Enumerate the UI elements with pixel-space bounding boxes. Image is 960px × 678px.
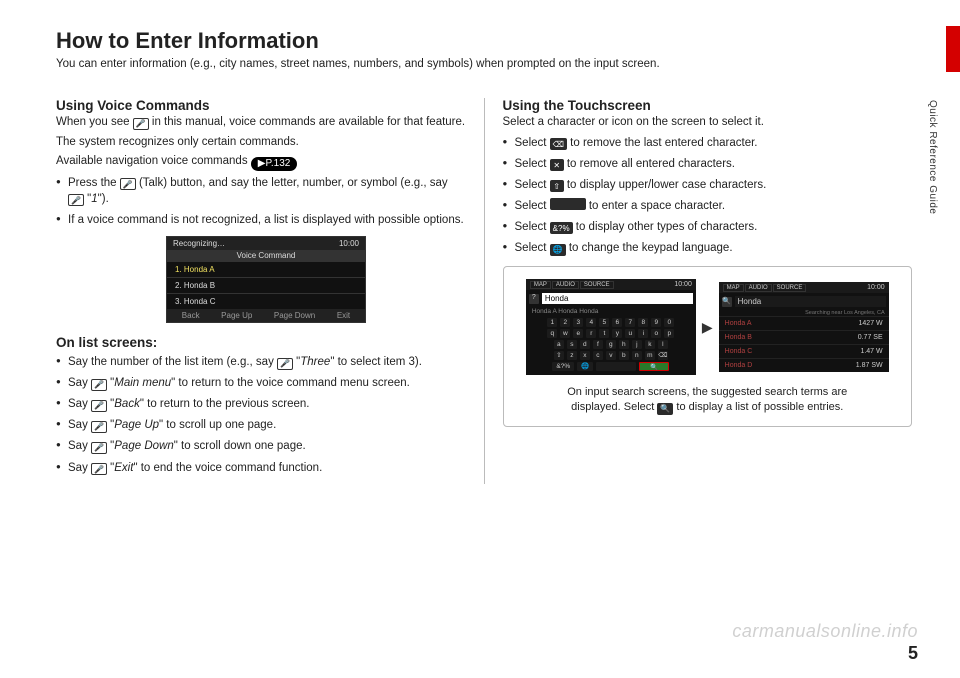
screenshot-footer-btn: Page Up: [221, 311, 252, 320]
talk-icon: 🎤: [91, 421, 107, 433]
left-column: Using Voice Commands When you see 🎤 in t…: [56, 98, 484, 484]
screenshot-footer-btn: Exit: [337, 311, 350, 320]
globe-key: 🌐: [577, 362, 593, 371]
voice-para-1: The system recognizes only certain comma…: [56, 135, 466, 151]
touch-bullet: Select ⇧ to display upper/lower case cha…: [503, 177, 913, 193]
voice-bullet-2: If a voice command is not recognized, a …: [56, 212, 466, 228]
touch-bullet: Select ⌫ to remove the last entered char…: [503, 135, 913, 151]
backspace-icon: ⌫: [550, 138, 567, 150]
touch-sub: Select a character or icon on the screen…: [503, 115, 913, 131]
list-bullet: Say 🎤 "Page Down" to scroll down one pag…: [56, 438, 466, 454]
space-key: [596, 362, 636, 371]
list-bullet: Say 🎤 "Exit" to end the voice command fu…: [56, 460, 466, 476]
result-row: Honda C1.47 W: [719, 344, 889, 358]
screenshot-footer-btn: Back: [182, 311, 200, 320]
space-icon: [550, 198, 586, 210]
page-intro: You can enter information (e.g., city na…: [56, 58, 912, 70]
talk-icon: 🎤: [68, 194, 84, 206]
symbols-icon: &?%: [550, 222, 573, 234]
list-bullets: Say the number of the list item (e.g., s…: [56, 354, 466, 476]
touch-bullet: Select 🌐 to change the keypad language.: [503, 240, 913, 256]
list-bullet: Say the number of the list item (e.g., s…: [56, 354, 466, 370]
search-icon: 🔍: [722, 297, 732, 307]
search-field: Honda: [542, 293, 693, 304]
search-key: 🔍: [639, 362, 669, 371]
screenshot-footer-btn: Page Down: [274, 311, 315, 320]
list-bullet: Say 🎤 "Page Up" to scroll up one page.: [56, 417, 466, 433]
list-bullet: Say 🎤 "Back" to return to the previous s…: [56, 396, 466, 412]
watermark: carmanualsonline.info: [732, 621, 918, 642]
talk-icon: 🎤: [91, 442, 107, 454]
heading-voice-commands: Using Voice Commands: [56, 98, 466, 113]
touch-bullets: Select ⌫ to remove the last entered char…: [503, 135, 913, 257]
globe-icon: 🌐: [550, 244, 566, 256]
symbols-key: &?%: [552, 362, 574, 371]
heading-touchscreen: Using the Touchscreen: [503, 98, 913, 113]
talk-icon: 🎤: [91, 379, 107, 391]
keyboard: 1234567890 qwertyuiop asdfghjkl ⇧zxcvbnm…: [526, 316, 696, 375]
figure-caption: On input search screens, the suggested s…: [514, 385, 902, 416]
result-row: Honda B0.77 SE: [719, 330, 889, 344]
nav-tabs: MAPAUDIOSOURCE: [530, 281, 615, 288]
voice-para-2: Available navigation voice commands ▶P.1…: [56, 154, 466, 171]
touch-bullet: Select ✕ to remove all entered character…: [503, 156, 913, 172]
touch-bullet: Select &?% to display other types of cha…: [503, 219, 913, 235]
result-row: Honda D1.87 SW: [719, 358, 889, 372]
nav-time: 10:00: [674, 281, 692, 288]
voice-bullet-1: Press the 🎤 (Talk) button, and say the l…: [56, 175, 466, 207]
suggest-row: Honda A Honda Honda: [526, 307, 696, 316]
clear-icon: ✕: [550, 159, 564, 171]
talk-icon: 🎤: [91, 400, 107, 412]
shift-icon: ⇧: [550, 180, 564, 192]
keyboard-screen: MAPAUDIOSOURCE 10:00 ? Honda Honda A Hon…: [526, 279, 696, 375]
voice-screenshot: Recognizing… 10:00 Voice Command 1. Hond…: [166, 236, 366, 323]
talk-icon: 🎤: [277, 358, 293, 370]
voice-bullets: Press the 🎤 (Talk) button, and say the l…: [56, 175, 466, 228]
arrow-icon: ▶: [702, 319, 713, 336]
result-row: Honda A1427 W: [719, 316, 889, 330]
screenshot-item: 1. Honda A: [167, 261, 365, 277]
right-column: Using the Touchscreen Select a character…: [484, 98, 913, 484]
screenshot-title: Voice Command: [167, 250, 365, 261]
help-icon: ?: [529, 294, 539, 304]
talk-icon: 🎤: [120, 178, 136, 190]
talk-icon: 🎤: [91, 463, 107, 475]
list-bullet: Say 🎤 "Main menu" to return to the voice…: [56, 375, 466, 391]
talk-icon: 🎤: [133, 118, 149, 130]
screenshot-item: 2. Honda B: [167, 277, 365, 293]
page-ref-pill: ▶P.132: [251, 157, 298, 171]
heading-list-screens: On list screens:: [56, 335, 466, 350]
screenshot-time: 10:00: [339, 239, 359, 248]
side-section-label: Quick Reference Guide: [927, 100, 938, 214]
nav-time: 10:00: [867, 284, 885, 291]
page-number: 5: [908, 643, 918, 664]
side-tab: [946, 26, 960, 72]
touch-bullet: Select to enter a space character.: [503, 198, 913, 214]
touchscreen-figure: MAPAUDIOSOURCE 10:00 ? Honda Honda A Hon…: [503, 266, 913, 427]
nav-tabs: MAPAUDIOSOURCE: [723, 284, 808, 291]
search-field-result: Honda: [735, 296, 886, 307]
page-title: How to Enter Information: [56, 28, 912, 54]
results-screen: MAPAUDIOSOURCE 10:00 🔍 Honda Searching n…: [719, 282, 889, 372]
voice-sub: When you see 🎤 in this manual, voice com…: [56, 115, 466, 131]
screenshot-item: 3. Honda C: [167, 293, 365, 309]
screenshot-status: Recognizing…: [173, 239, 225, 248]
search-icon: 🔍: [657, 403, 673, 415]
